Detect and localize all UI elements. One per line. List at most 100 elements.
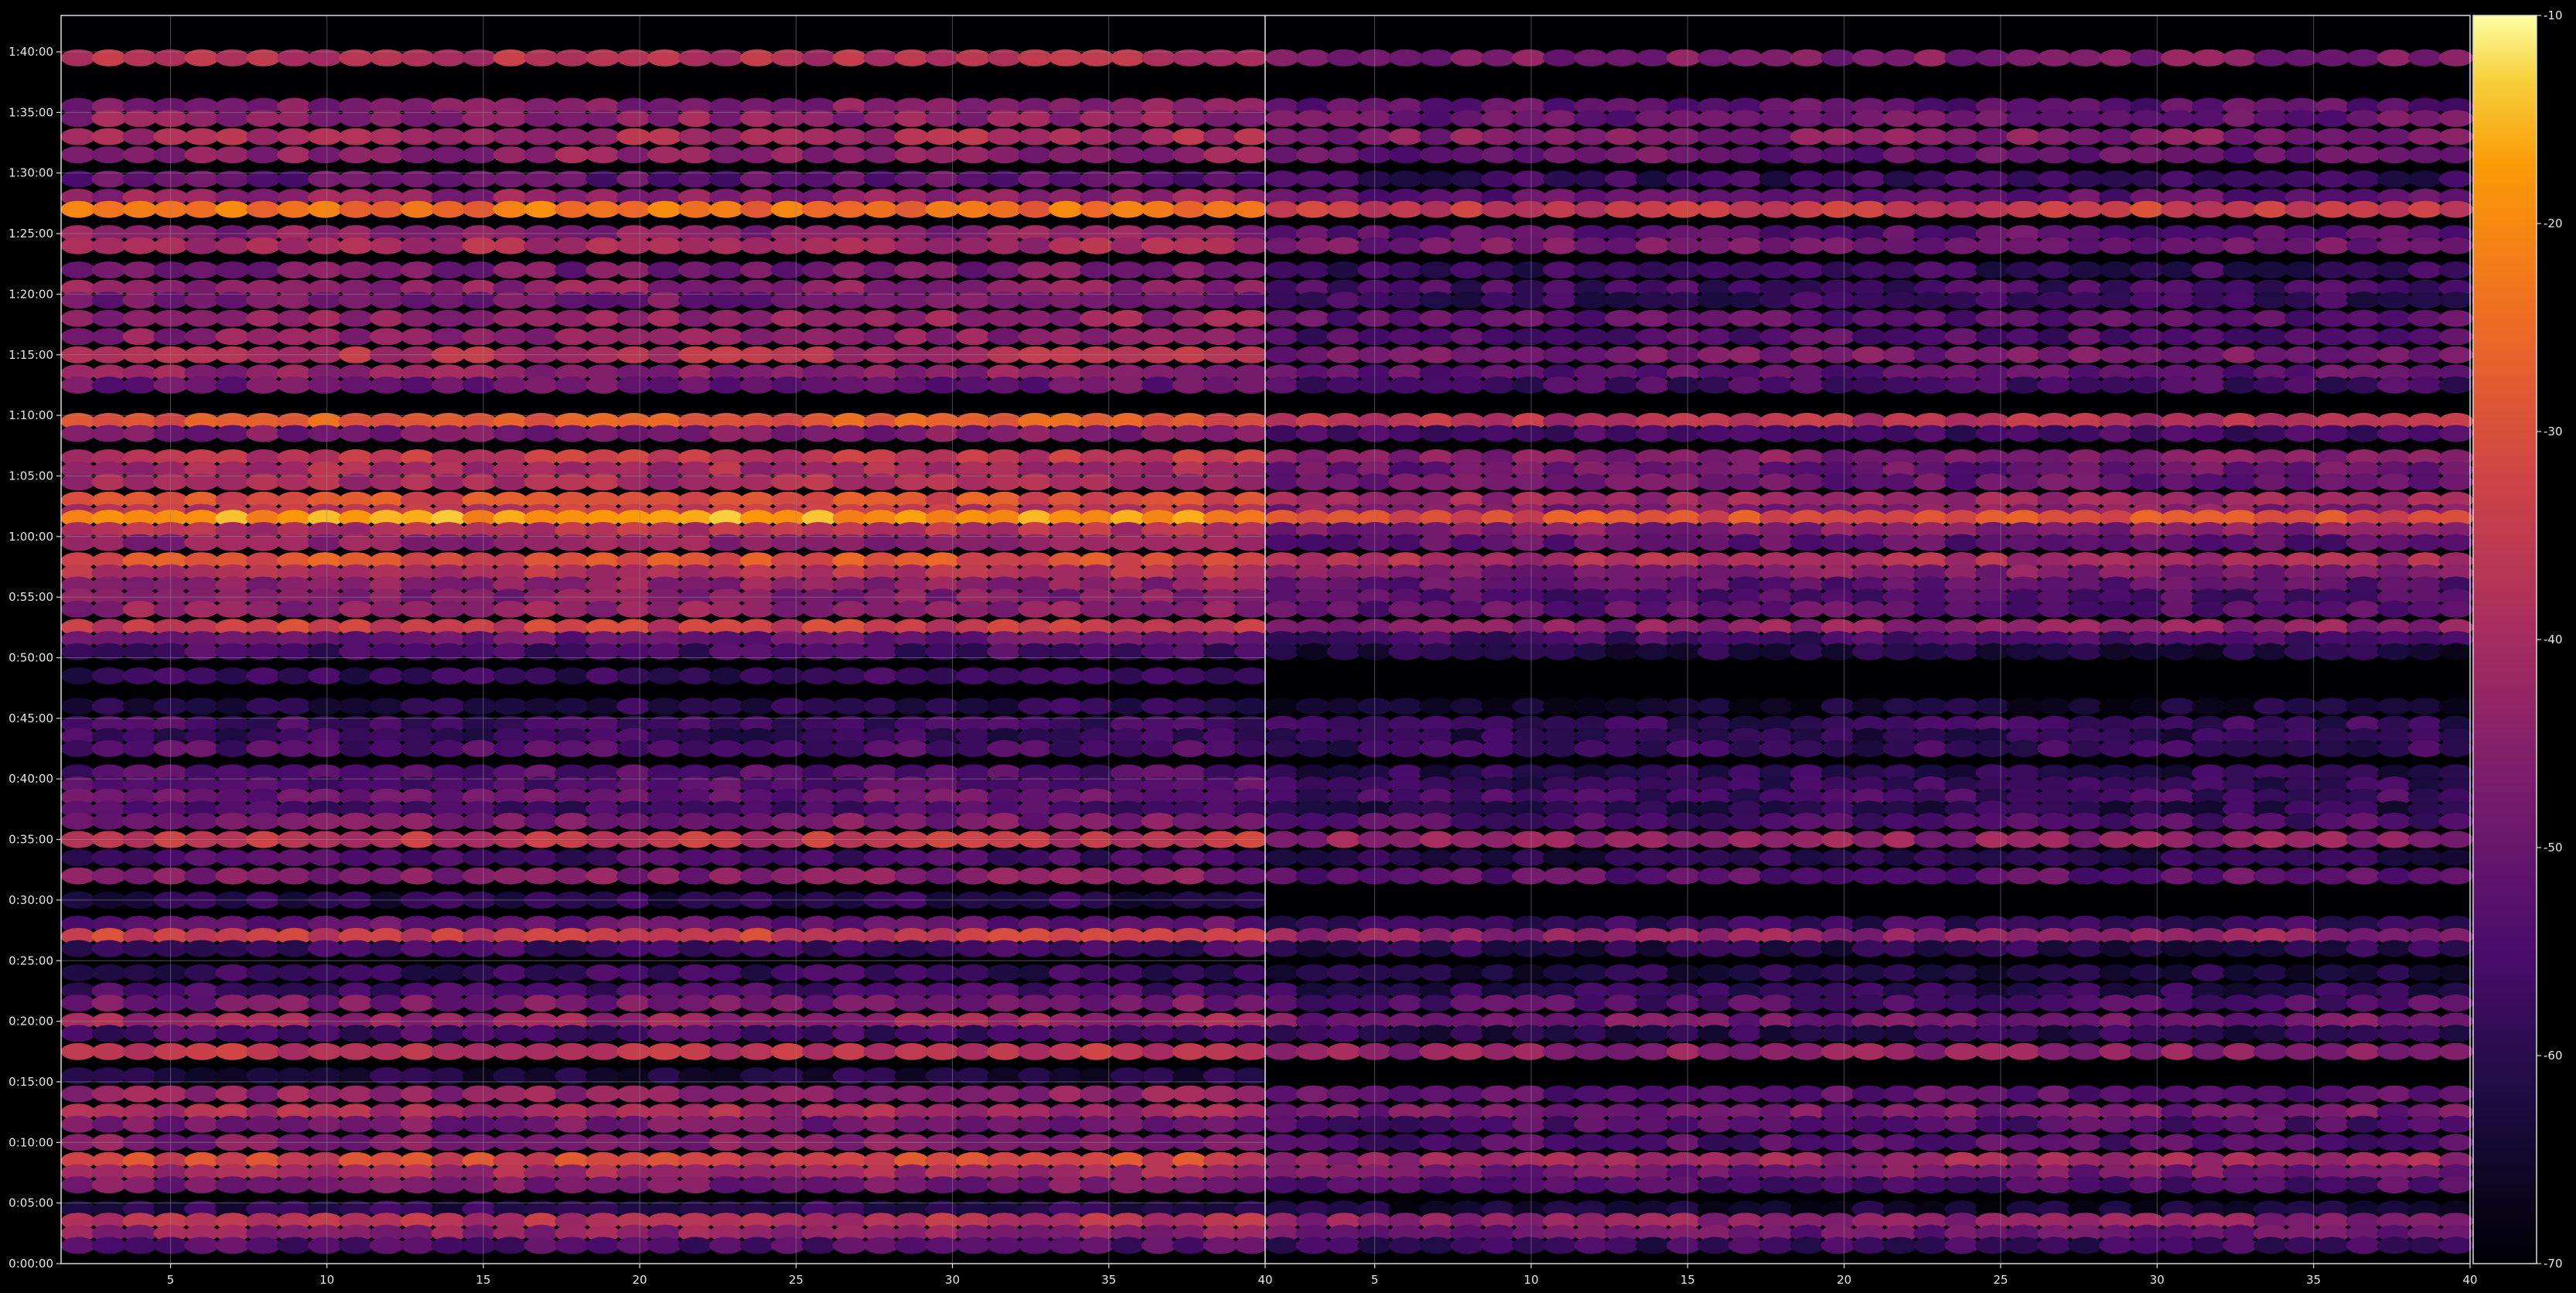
heatmap-cell — [1295, 473, 1331, 491]
heatmap-cell — [1666, 740, 1701, 757]
heatmap-cell — [1049, 1085, 1083, 1103]
heatmap-cell — [894, 600, 930, 618]
heatmap-cell — [91, 1085, 127, 1103]
heatmap-cell — [678, 261, 713, 279]
heatmap-cell — [1728, 473, 1763, 491]
heatmap-cell — [1512, 813, 1547, 830]
heatmap-cell — [2438, 940, 2474, 957]
heatmap-cell — [1882, 170, 1918, 188]
heatmap-cell — [2253, 128, 2288, 145]
heatmap-cell — [1233, 328, 1269, 346]
heatmap-cell — [616, 1176, 651, 1194]
heatmap-cell — [1605, 740, 1639, 757]
heatmap-cell — [400, 376, 435, 394]
heatmap-cell — [1326, 309, 1362, 327]
heatmap-cell — [215, 261, 250, 279]
heatmap-cell — [2315, 813, 2350, 830]
heatmap-cell — [2407, 994, 2443, 1012]
heatmap-cell — [369, 940, 404, 957]
heatmap-cell — [1944, 261, 1980, 279]
heatmap-cell — [462, 1176, 497, 1194]
heatmap-cell — [2161, 128, 2196, 145]
heatmap-cell — [493, 1237, 528, 1254]
heatmap-cell — [2253, 813, 2288, 830]
heatmap-cell — [1666, 110, 1701, 128]
heatmap-cell — [2346, 940, 2381, 957]
heatmap-cell — [1574, 867, 1609, 885]
heatmap-cell — [493, 667, 528, 684]
heatmap-cell — [1759, 600, 1794, 618]
heatmap-cell — [987, 849, 1022, 867]
heatmap-cell — [1233, 940, 1269, 957]
heatmap-cell — [616, 600, 651, 618]
heatmap-cell — [2407, 49, 2443, 67]
heatmap-cell — [1913, 49, 1949, 67]
heatmap-cell — [894, 1115, 930, 1133]
heatmap-cell — [91, 740, 127, 757]
heatmap-cell — [2346, 813, 2381, 830]
heatmap-cell — [338, 376, 374, 394]
heatmap-cell — [1049, 994, 1083, 1012]
heatmap-cell — [925, 1085, 960, 1103]
heatmap-cell — [2161, 110, 2196, 128]
heatmap-cell — [1049, 740, 1083, 757]
heatmap-cell — [1450, 473, 1486, 491]
heatmap-cell — [1049, 1237, 1083, 1254]
heatmap-cell — [2006, 940, 2042, 957]
heatmap-cell — [2130, 994, 2165, 1012]
heatmap-cell — [1450, 849, 1486, 867]
heatmap-cell — [60, 1085, 96, 1103]
heatmap-cell — [215, 667, 250, 684]
heatmap-cell — [1543, 170, 1578, 188]
heatmap-cell — [1481, 49, 1516, 67]
heatmap-cell — [122, 849, 158, 867]
heatmap-cell — [739, 328, 775, 346]
heatmap-cell — [739, 964, 775, 981]
heatmap-cell — [1636, 534, 1670, 551]
heatmap-cell — [1697, 849, 1732, 867]
heatmap-cell — [1666, 49, 1701, 67]
heatmap-cell — [832, 849, 868, 867]
heatmap-cell — [1913, 867, 1949, 885]
heatmap-cell — [493, 328, 528, 346]
heatmap-cell — [2130, 261, 2165, 279]
heatmap-cell — [1326, 994, 1362, 1012]
heatmap-cell — [832, 425, 868, 442]
heatmap-cell — [1141, 1042, 1176, 1060]
heatmap-cell — [277, 237, 312, 254]
heatmap-cell — [1975, 49, 2011, 67]
heatmap-cell — [369, 600, 404, 618]
heatmap-cell — [1326, 261, 1362, 279]
heatmap-cell — [2006, 49, 2042, 67]
heatmap-cell — [1543, 309, 1578, 327]
heatmap-cell — [2223, 698, 2257, 715]
heatmap-cell — [647, 200, 682, 218]
heatmap-cell — [1481, 964, 1516, 981]
heatmap-cell — [1913, 964, 1949, 981]
heatmap-cell — [2068, 813, 2103, 830]
heatmap-cell — [1018, 849, 1053, 867]
heatmap-cell — [1450, 128, 1486, 145]
x-tick-label: 5 — [167, 1273, 175, 1287]
heatmap-cell — [1975, 813, 2011, 830]
heatmap-cell — [462, 376, 497, 394]
heatmap-cell — [1882, 200, 1918, 218]
heatmap-cell — [2130, 867, 2165, 885]
heatmap-cell — [863, 376, 899, 394]
heatmap-cell — [1636, 309, 1670, 327]
heatmap-cell — [2223, 376, 2257, 394]
heatmap-cell — [2407, 328, 2443, 346]
heatmap-cell — [1172, 1085, 1207, 1103]
heatmap-cell — [1666, 473, 1701, 491]
heatmap-cell — [1543, 110, 1578, 128]
heatmap-cell — [1882, 849, 1918, 867]
heatmap-cell — [987, 237, 1022, 254]
heatmap-cell — [2407, 425, 2443, 442]
heatmap-cell — [863, 1115, 899, 1133]
heatmap-cell — [1141, 237, 1176, 254]
heatmap-panel-left: 5 10 15 20 25 30 35 400:00:000:05:000:10:000:15… — [9, 15, 1273, 1287]
heatmap-cell — [739, 1176, 775, 1194]
heatmap-cell — [1481, 534, 1516, 551]
heatmap-cell — [894, 1042, 930, 1060]
heatmap-cell — [1018, 740, 1053, 757]
